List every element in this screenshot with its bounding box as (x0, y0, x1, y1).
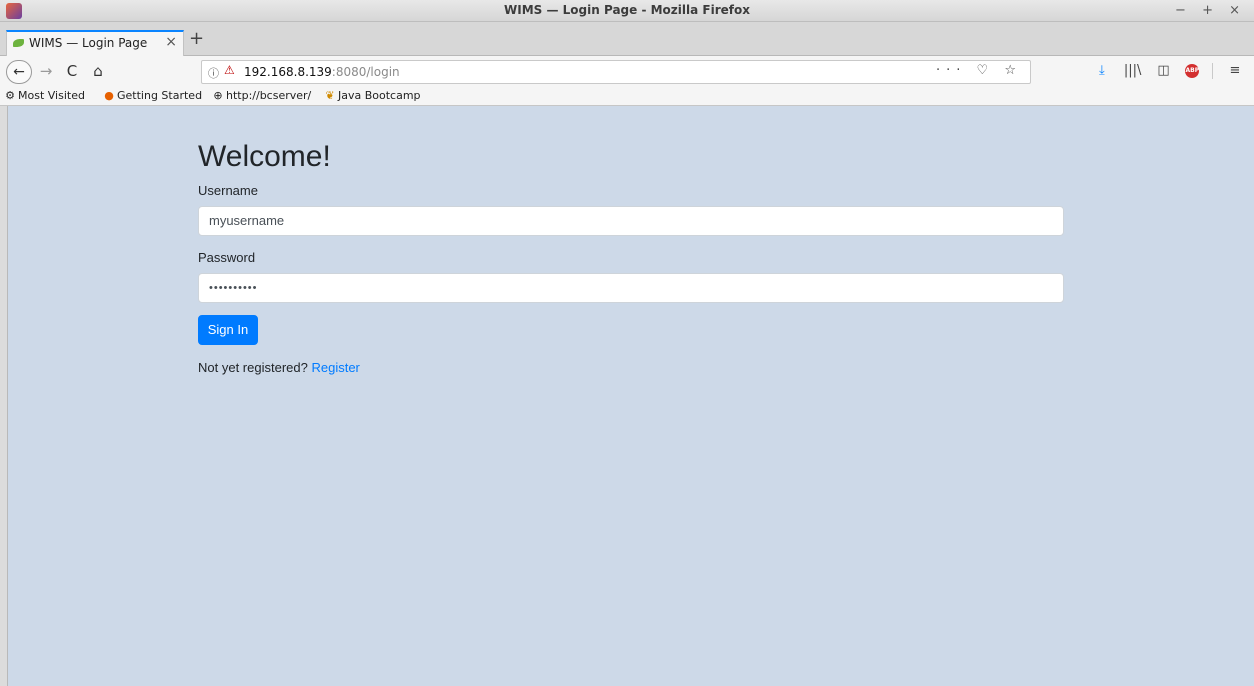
tab-title: WIMS — Login Page (29, 36, 148, 50)
new-tab-button[interactable]: + (189, 30, 204, 48)
tab-close-icon[interactable]: × (165, 34, 177, 50)
url-host: 192.168.8.139 (244, 65, 332, 79)
hamburger-menu-icon[interactable]: ≡ (1226, 62, 1244, 80)
insecure-lock-icon: ⚠ (224, 63, 235, 77)
bookmark-java-bootcamp[interactable]: ❦ Java Bootcamp (324, 89, 421, 102)
username-label: Username (198, 183, 258, 198)
spring-leaf-icon (13, 39, 24, 47)
bookmark-label: Most Visited (18, 89, 85, 102)
sign-in-button[interactable]: Sign In (198, 315, 258, 345)
register-prompt: Not yet registered? (198, 360, 308, 375)
bookmark-label: http://bcserver/ (226, 89, 312, 102)
library-icon[interactable]: |||\ (1124, 62, 1142, 80)
window-title: WIMS — Login Page - Mozilla Firefox (504, 3, 750, 17)
sidebar-icon[interactable]: ◫ (1155, 62, 1173, 80)
page-actions-icons[interactable]: ··· ♡ ☆ (936, 63, 1022, 78)
globe-icon: ⊕ (213, 89, 223, 102)
password-field[interactable]: •••••••••• (198, 273, 1064, 303)
bookmark-label: Getting Started (117, 89, 203, 102)
url-text[interactable]: 192.168.8.139:8080/login (244, 65, 400, 79)
info-icon[interactable]: ⓘ (208, 65, 219, 81)
gear-icon: ⚙ (5, 89, 15, 102)
window-titlebar: WIMS — Login Page - Mozilla Firefox − + … (0, 0, 1254, 22)
toolbar-icons: ⤓ |||\ ◫ ABP ≡ (1084, 62, 1244, 82)
page-content: Welcome! Username myusername Password ••… (7, 106, 1254, 686)
register-prompt-line: Not yet registered? Register (198, 360, 360, 375)
window-controls[interactable]: − + × (1175, 3, 1246, 18)
password-label: Password (198, 250, 256, 265)
register-link[interactable]: Register (311, 360, 359, 375)
home-button[interactable]: ⌂ (88, 60, 108, 84)
username-field[interactable]: myusername (198, 206, 1064, 236)
back-button[interactable]: ← (6, 60, 32, 84)
firefox-icon: ● (104, 89, 114, 102)
page-title: Welcome! (198, 140, 331, 173)
navigation-toolbar: ← → C ⌂ ⓘ ⚠ 192.168.8.139:8080/login ···… (0, 56, 1254, 88)
forward-button[interactable]: → (36, 60, 56, 84)
adblock-icon[interactable]: ABP (1185, 64, 1200, 78)
bookmarks-toolbar: ⚙ Most Visited ● Getting Started ⊕ http://b… (0, 88, 1254, 106)
bookmark-label: Java Bootcamp (338, 89, 421, 102)
tab-wims-login[interactable]: WIMS — Login Page × (6, 30, 184, 56)
download-icon[interactable]: ⤓ (1093, 62, 1111, 80)
url-path: :8080/login (331, 65, 400, 79)
toolbar-separator (1212, 63, 1214, 79)
bootcamp-icon: ❦ (325, 89, 335, 102)
reload-button[interactable]: C (62, 60, 82, 84)
bookmark-getting-started[interactable]: ● Getting Started (103, 89, 202, 102)
bookmark-most-visited[interactable]: ⚙ Most Visited (4, 89, 85, 102)
bookmark-bcserver[interactable]: ⊕ http://bcserver/ (212, 89, 311, 102)
url-bar[interactable]: ⓘ ⚠ 192.168.8.139:8080/login ··· ♡ ☆ (201, 60, 1031, 84)
